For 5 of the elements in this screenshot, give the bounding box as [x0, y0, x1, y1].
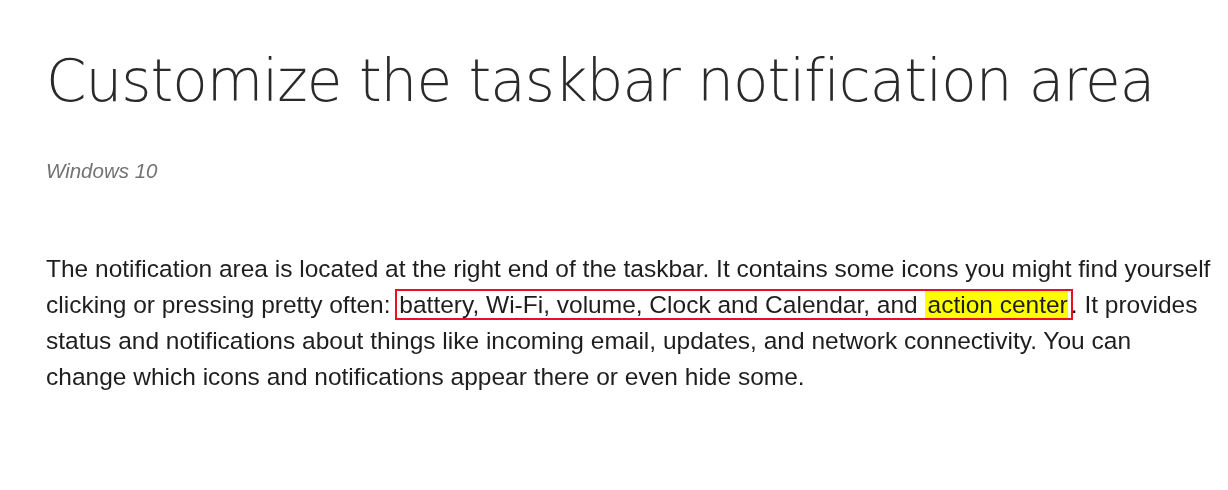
annotation-box: battery, Wi-Fi, volume, Clock and Calendar, and action center [397, 290, 1071, 318]
highlighted-text: action center [924, 290, 1068, 318]
intro-paragraph: The notification area is located at the right end of the taskbar. It contains some icons you might find yourself clicking or pressing pretty often: battery, Wi-Fi, volume, Clock and Calendar, and action center. It provides status and notifications about things like incoming email, updates, and network connectivity. You can change which icons and notifications appear there or even hide some. [46, 253, 1211, 392]
applies-to-text: Windows 10 [46, 158, 159, 184]
page-title: Customize the taskbar notification area [46, 46, 1156, 110]
